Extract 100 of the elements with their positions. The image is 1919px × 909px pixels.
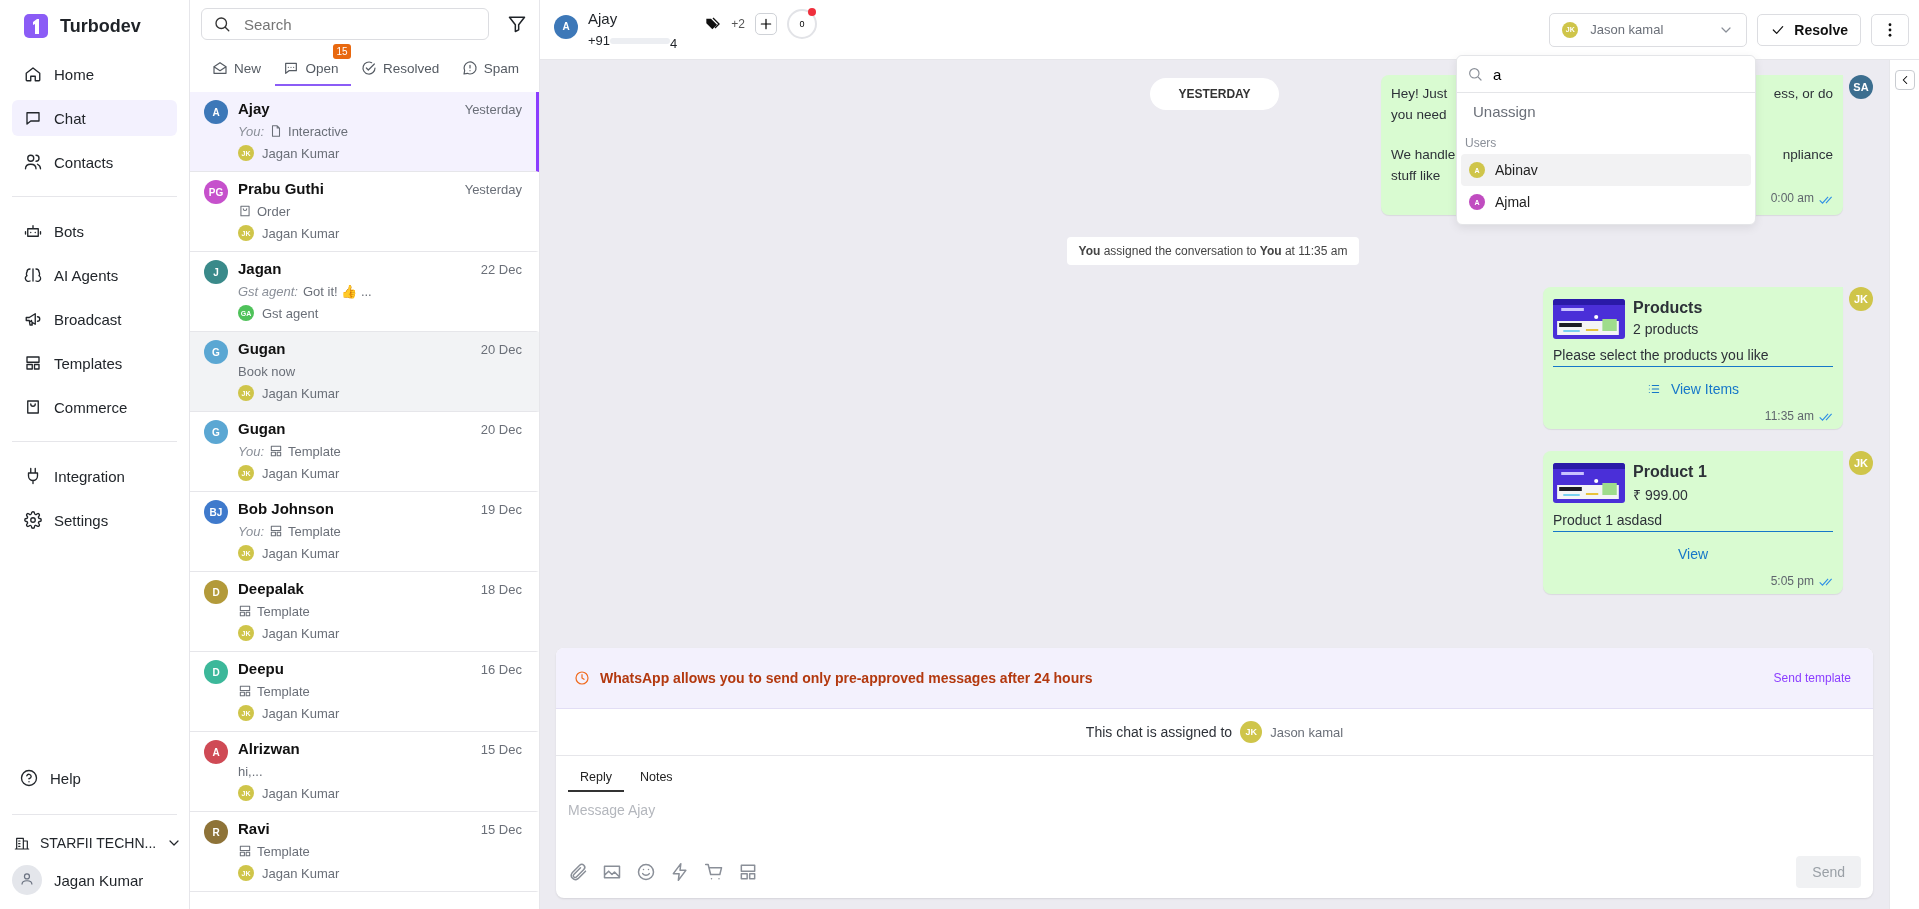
message-preview: Order bbox=[257, 203, 291, 219]
contact-avatar: G bbox=[204, 420, 228, 444]
paperclip-icon[interactable] bbox=[568, 862, 588, 882]
contact-avatar: D bbox=[204, 660, 228, 684]
status-tab[interactable]: Resolved bbox=[352, 44, 452, 86]
nav-item[interactable]: Commerce bbox=[12, 389, 177, 425]
nav-item[interactable]: Broadcast bbox=[12, 301, 177, 337]
agent-name: Jagan Kumar bbox=[262, 865, 340, 881]
layout-icon bbox=[238, 684, 252, 698]
agent-name: Jagan Kumar bbox=[262, 545, 340, 561]
unassign-option[interactable]: Unassign bbox=[1457, 93, 1755, 130]
chat-bubble-icon bbox=[283, 60, 300, 76]
search-field[interactable]: Search bbox=[201, 8, 489, 40]
message-preview: Book now bbox=[238, 363, 296, 379]
send-template-link[interactable]: Send template bbox=[1773, 671, 1851, 685]
contact-name: Jagan bbox=[238, 260, 282, 277]
search-icon bbox=[1467, 66, 1483, 82]
bag-icon bbox=[24, 398, 42, 416]
megaphone-icon bbox=[24, 310, 42, 328]
user-search-field[interactable]: a bbox=[1457, 56, 1755, 92]
status-tab[interactable]: Open 15 bbox=[275, 44, 351, 86]
message-text: stuff like bbox=[1391, 167, 1441, 185]
nav-item[interactable]: Bots bbox=[12, 213, 177, 249]
contact-avatar: BJ bbox=[204, 500, 228, 524]
count-badge: 15 bbox=[333, 44, 351, 59]
message-time: 11:35 am bbox=[1764, 409, 1814, 423]
contact-avatar: R bbox=[204, 820, 228, 844]
alert-bubble-icon bbox=[461, 60, 478, 76]
list-icon bbox=[1646, 382, 1661, 396]
more-button[interactable] bbox=[1871, 13, 1909, 46]
conversation-time: 19 Dec bbox=[480, 502, 522, 517]
composer-tab[interactable]: Notes bbox=[627, 766, 685, 792]
layout-icon bbox=[238, 844, 252, 858]
phone-number: 4 bbox=[670, 36, 678, 51]
view-items-link[interactable]: View Items bbox=[1553, 367, 1833, 407]
conversation-time: Yesterday bbox=[464, 182, 522, 197]
layout-icon[interactable] bbox=[738, 862, 758, 882]
lightning-icon[interactable] bbox=[670, 862, 690, 882]
filter-icon[interactable] bbox=[507, 14, 527, 34]
status-tab[interactable]: New bbox=[204, 44, 273, 86]
conversation-time: 16 Dec bbox=[480, 662, 522, 677]
contact-name: Bob Johnson bbox=[238, 500, 334, 517]
layout-icon bbox=[269, 444, 284, 458]
message-preview: Template bbox=[257, 683, 310, 699]
conversation-time: 18 Dec bbox=[480, 582, 522, 597]
nav-item[interactable]: Integration bbox=[12, 458, 177, 494]
section-label: Users bbox=[1464, 135, 1498, 152]
contact-name: Ravi bbox=[238, 820, 270, 837]
emoji-icon[interactable] bbox=[636, 862, 656, 882]
nav-item[interactable]: Home bbox=[12, 56, 177, 92]
envelope-icon bbox=[212, 60, 228, 76]
message-text: Product 1 asdasd bbox=[1553, 512, 1833, 532]
tags-icon bbox=[705, 15, 722, 32]
add-tag-button[interactable] bbox=[755, 12, 777, 35]
nav-item[interactable]: Templates bbox=[12, 345, 177, 381]
conversation-time: 20 Dec bbox=[480, 422, 522, 437]
system-message: You assigned the conversation to You at 11:35 am bbox=[1066, 237, 1360, 265]
phone-number: +91 bbox=[588, 33, 611, 48]
agent-name: Jagan Kumar bbox=[262, 145, 340, 161]
image-icon[interactable] bbox=[602, 862, 622, 882]
nav-item[interactable]: Chat bbox=[12, 100, 177, 136]
collapse-button[interactable] bbox=[1894, 70, 1915, 90]
view-items-link[interactable]: View bbox=[1553, 532, 1833, 572]
message-field[interactable]: Message Ajay bbox=[556, 792, 1873, 852]
contact-name: Deepalak bbox=[238, 580, 304, 597]
sender-avatar: SA bbox=[1849, 75, 1873, 99]
nav-item[interactable]: Settings bbox=[12, 502, 177, 538]
assignee-name: Jason kamal bbox=[1270, 724, 1344, 740]
date-chip: YESTERDAY bbox=[1150, 78, 1279, 110]
nav-item[interactable]: Contacts bbox=[12, 144, 177, 180]
status-tab[interactable]: Spam bbox=[453, 44, 531, 86]
message-time: 0:00 am bbox=[1770, 190, 1814, 207]
contact-name: Deepu bbox=[238, 660, 284, 677]
contact-name: Gugan bbox=[238, 420, 286, 437]
contact-name: Ajay bbox=[238, 100, 270, 117]
message-text: Please select the products you like bbox=[1553, 347, 1833, 367]
message-time: 5:05 pm bbox=[1770, 574, 1814, 588]
unread-counter[interactable]: 0 bbox=[787, 8, 817, 39]
logo-icon bbox=[24, 14, 48, 38]
message-text: npliance bbox=[1782, 146, 1833, 164]
help-link[interactable]: Help bbox=[12, 760, 177, 796]
agent-name: Jagan Kumar bbox=[262, 465, 340, 481]
contact-avatar: A bbox=[204, 100, 228, 124]
chat-bubble-icon bbox=[24, 109, 42, 127]
conversation-time: 15 Dec bbox=[480, 822, 522, 837]
message-preview: Got it! 👍 ... bbox=[303, 283, 372, 299]
cart-icon[interactable] bbox=[704, 862, 724, 882]
nav-item[interactable]: AI Agents bbox=[12, 257, 177, 293]
more-icon bbox=[1888, 22, 1892, 37]
resolve-button[interactable]: Resolve bbox=[1757, 13, 1861, 46]
user-avatar[interactable] bbox=[12, 865, 42, 895]
assigned-label: This chat is assigned to bbox=[1085, 724, 1233, 740]
contact-avatar: D bbox=[204, 580, 228, 604]
sender-avatar: JK bbox=[1849, 287, 1873, 311]
contact-name: Gugan bbox=[238, 340, 286, 357]
agent-name: Jagan Kumar bbox=[262, 385, 340, 401]
notice-text: WhatsApp allows you to send only pre-approved messages after 24 hours bbox=[600, 670, 1094, 686]
sender-label: You: bbox=[238, 123, 265, 139]
workspace-selector[interactable]: STARFII TECHN... bbox=[0, 825, 189, 859]
notification-dot bbox=[808, 7, 816, 16]
